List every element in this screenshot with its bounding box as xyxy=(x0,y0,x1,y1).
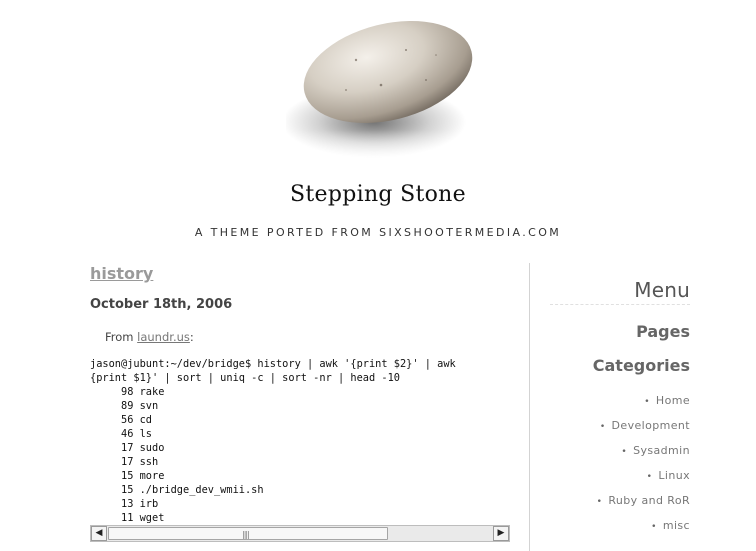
pages-heading: Pages xyxy=(636,322,690,341)
scrollbar-thumb[interactable]: |||| xyxy=(108,527,388,540)
site-tagline: A THEME PORTED FROM SIXSHOOTERMEDIA.COM xyxy=(194,226,562,239)
code-line: 15 more xyxy=(90,470,165,482)
menu-heading: Menu xyxy=(634,278,690,302)
post-intro-suffix: : xyxy=(189,330,194,344)
code-block[interactable]: jason@jubunt:~/dev/bridge$ history | awk… xyxy=(90,357,510,525)
source-link[interactable]: laundr.us xyxy=(137,330,190,344)
category-label[interactable]: Ruby and RoR xyxy=(608,494,690,507)
bullet-icon: • xyxy=(621,447,628,457)
horizontal-scrollbar[interactable]: ◀ |||| ▶ xyxy=(90,525,510,542)
post-date: October 18th, 2006 xyxy=(90,297,233,312)
category-item-development[interactable]: • Development xyxy=(597,419,690,444)
bullet-icon: • xyxy=(651,522,657,532)
post-title-link[interactable]: history xyxy=(90,264,153,283)
sidebar: Menu Pages Categories • Home • Development… xyxy=(540,270,690,551)
category-label[interactable]: misc xyxy=(663,519,690,532)
code-line: 11 wget xyxy=(90,512,165,524)
code-line: 17 sudo xyxy=(90,442,165,454)
code-line: 46 ls xyxy=(90,428,152,440)
code-line: 56 cd xyxy=(90,414,152,426)
category-list: • Home • Development • Sysadmin • Linux • Rub… xyxy=(597,394,690,544)
category-label[interactable]: Home xyxy=(656,394,690,407)
post-content: history October 18th, 2006 From laundr.u… xyxy=(90,262,510,551)
category-item-linux[interactable]: • Linux xyxy=(597,469,690,494)
bullet-icon: • xyxy=(596,497,603,507)
code-line: jason@jubunt:~/dev/bridge$ history | awk… xyxy=(90,358,456,370)
category-item-sysadmin[interactable]: • Sysadmin xyxy=(597,444,690,469)
bullet-icon: • xyxy=(599,422,606,432)
code-line: 13 irb xyxy=(90,498,159,510)
category-label[interactable]: Linux xyxy=(658,469,690,482)
arrow-right-icon[interactable]: ▶ xyxy=(493,526,509,541)
menu-divider xyxy=(550,304,690,305)
category-label[interactable]: Sysadmin xyxy=(633,444,690,457)
arrow-left-icon[interactable]: ◀ xyxy=(91,526,107,541)
stone-logo-image xyxy=(282,10,476,170)
category-item-misc[interactable]: • misc xyxy=(597,519,690,544)
categories-heading: Categories xyxy=(592,356,690,375)
post-intro-prefix: From xyxy=(105,330,138,344)
category-label[interactable]: Development xyxy=(612,419,690,432)
code-line: 15 ./bridge_dev_wmii.sh xyxy=(90,484,264,496)
post-intro: From laundr.us: xyxy=(105,330,194,344)
grip-icon: |||| xyxy=(242,530,250,539)
code-line: 89 svn xyxy=(90,400,159,412)
category-item-home[interactable]: • Home xyxy=(597,394,690,419)
bullet-icon: • xyxy=(646,472,653,482)
code-line: 98 rake xyxy=(90,386,165,398)
site-header: Stepping Stone A THEME PORTED FROM SIXSH… xyxy=(0,0,756,255)
bullet-icon: • xyxy=(644,397,650,407)
site-title[interactable]: Stepping Stone xyxy=(0,182,756,207)
code-line: 17 ssh xyxy=(90,456,159,468)
category-item-ruby-and-ror[interactable]: • Ruby and RoR xyxy=(597,494,690,519)
column-divider xyxy=(529,263,530,551)
code-line: {print $1}' | sort | uniq -c | sort -nr … xyxy=(90,372,400,384)
